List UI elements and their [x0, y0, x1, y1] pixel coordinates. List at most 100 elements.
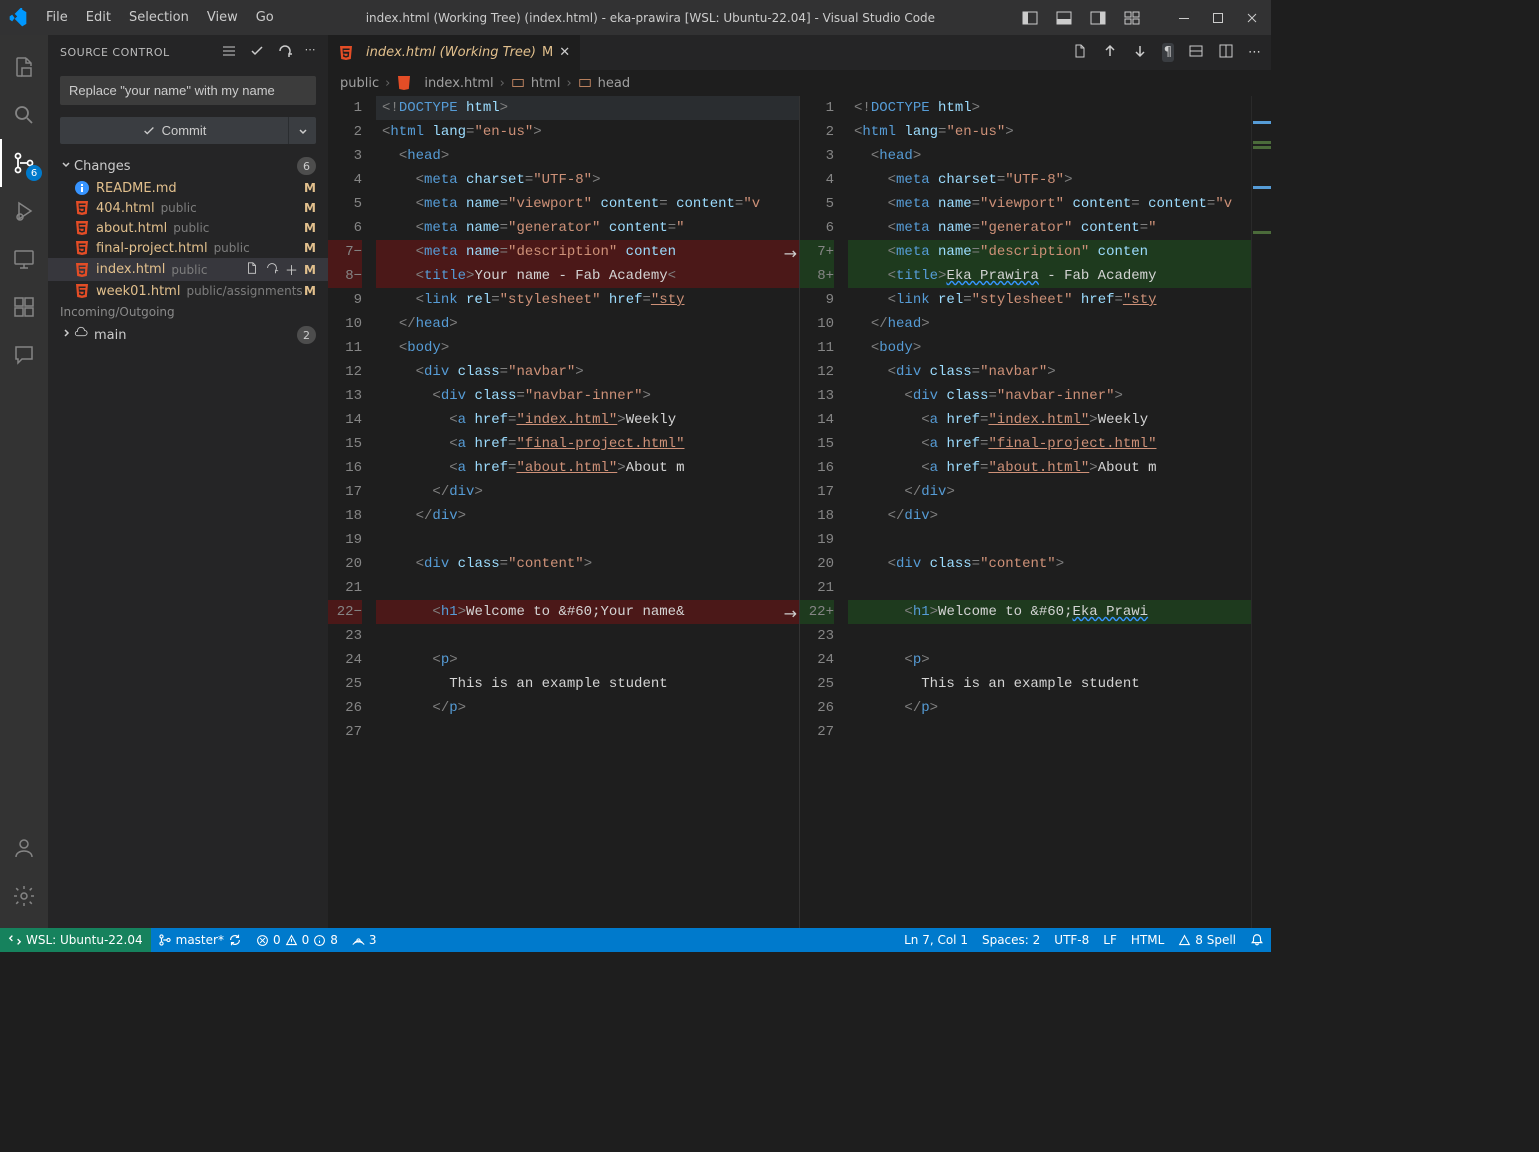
diff-modified[interactable]: 1234567+8+910111213141516171819202122+23…: [800, 96, 1271, 928]
file-status: M: [304, 263, 316, 277]
ports-count: 3: [369, 933, 377, 947]
commit-button[interactable]: Commit: [60, 117, 288, 144]
maximize-icon[interactable]: [1207, 7, 1229, 29]
file-item[interactable]: week01.htmlpublic/assignmentsM: [48, 281, 328, 301]
close-window-icon[interactable]: [1241, 7, 1263, 29]
file-path: public: [171, 263, 207, 277]
next-change-icon[interactable]: [1132, 43, 1148, 63]
ports-indicator[interactable]: 3: [345, 928, 384, 952]
breadcrumb-item[interactable]: index.html: [424, 76, 493, 91]
sync-icon[interactable]: [228, 933, 242, 947]
discard-changes-icon[interactable]: [265, 261, 279, 279]
branch-indicator[interactable]: master*: [151, 928, 249, 952]
more-actions-icon[interactable]: ⋯: [305, 43, 317, 62]
file-name: index.html: [96, 262, 165, 277]
language-mode[interactable]: HTML: [1124, 928, 1171, 952]
toggle-bottom-icon[interactable]: [1053, 7, 1075, 29]
changes-label: Changes: [74, 159, 297, 174]
notifications-icon[interactable]: [1243, 928, 1271, 952]
comments-icon[interactable]: [0, 331, 48, 379]
breadcrumb[interactable]: public › index.html › html › head: [328, 70, 1271, 96]
tab-index-html[interactable]: index.html (Working Tree) M ✕: [328, 35, 581, 70]
file-item[interactable]: final-project.html public M: [48, 238, 328, 258]
title-bar: File Edit Selection View Go index.html (…: [0, 0, 1271, 35]
file-item[interactable]: 404.htmlpublicM: [48, 198, 328, 218]
file-item[interactable]: README.mdM: [48, 178, 328, 198]
source-control-sidebar: SOURCE CONTROL ⋯ Commit Changes 6 README…: [48, 35, 328, 928]
menu-file[interactable]: File: [38, 6, 76, 29]
refresh-icon[interactable]: [277, 43, 293, 62]
file-status: M: [304, 241, 316, 255]
extensions-icon[interactable]: [0, 283, 48, 331]
chevron-right-icon: [60, 327, 74, 343]
tab-close-icon[interactable]: ✕: [559, 45, 570, 60]
file-status: M: [304, 181, 316, 195]
spell-check[interactable]: 8 Spell: [1171, 928, 1243, 952]
infos-count: 8: [330, 933, 338, 947]
revert-change-icon[interactable]: →: [784, 604, 797, 623]
source-control-icon[interactable]: 6: [0, 139, 48, 187]
breadcrumb-item[interactable]: public: [340, 76, 379, 91]
layout-controls: [1019, 7, 1263, 29]
explorer-icon[interactable]: [0, 43, 48, 91]
encoding[interactable]: UTF-8: [1047, 928, 1096, 952]
tab-label: index.html (Working Tree): [366, 45, 536, 60]
stage-changes-icon[interactable]: ＋: [285, 260, 298, 279]
file-item[interactable]: index.html public ＋ M: [48, 258, 328, 281]
go-to-file-icon[interactable]: [1072, 43, 1088, 63]
more-tab-actions-icon[interactable]: ⋯: [1248, 45, 1261, 60]
breadcrumb-item[interactable]: html: [531, 76, 561, 91]
menu-selection[interactable]: Selection: [121, 6, 197, 29]
changes-section[interactable]: Changes 6: [48, 154, 328, 178]
file-path: public: [214, 241, 250, 255]
minimize-icon[interactable]: [1173, 7, 1195, 29]
breadcrumb-item[interactable]: head: [598, 76, 630, 91]
eol[interactable]: LF: [1096, 928, 1124, 952]
breadcrumb-sep-icon: ›: [566, 76, 571, 91]
toggle-side-icon[interactable]: [1087, 7, 1109, 29]
menu-edit[interactable]: Edit: [78, 6, 119, 29]
revert-change-icon[interactable]: →: [784, 244, 797, 263]
problems-indicator[interactable]: 0 0 8: [249, 928, 345, 952]
commit-message-input[interactable]: [60, 76, 316, 105]
minimap[interactable]: [1251, 96, 1271, 928]
debug-icon[interactable]: [0, 187, 48, 235]
warnings-count: 0: [302, 933, 310, 947]
accounts-icon[interactable]: [0, 824, 48, 872]
file-name: 404.html: [96, 201, 155, 216]
open-file-icon[interactable]: [245, 261, 259, 279]
remote-indicator[interactable]: WSL: Ubuntu-22.04: [0, 928, 151, 952]
search-icon[interactable]: [0, 91, 48, 139]
commit-check-icon[interactable]: [249, 43, 265, 62]
file-status: M: [304, 201, 316, 215]
file-name: final-project.html: [96, 241, 208, 256]
menu-view[interactable]: View: [199, 6, 246, 29]
commit-message-field[interactable]: [60, 76, 316, 105]
open-changes-icon[interactable]: [1188, 43, 1204, 63]
scm-badge: 6: [26, 165, 42, 181]
split-editor-icon[interactable]: [1218, 43, 1234, 63]
remote-explorer-icon[interactable]: [0, 235, 48, 283]
file-item[interactable]: about.htmlpublicM: [48, 218, 328, 238]
window-title: index.html (Working Tree) (index.html) -…: [282, 11, 1019, 25]
file-status: M: [304, 284, 316, 298]
cursor-position[interactable]: Ln 7, Col 1: [897, 928, 975, 952]
customize-layout-icon[interactable]: [1121, 7, 1143, 29]
element-icon: [578, 76, 592, 90]
file-name: about.html: [96, 221, 167, 236]
previous-change-icon[interactable]: [1102, 43, 1118, 63]
main-branch-row[interactable]: main 2: [48, 323, 328, 347]
vscode-logo-icon: [8, 8, 28, 28]
diff-original[interactable]: 1234567−8−910111213141516171819202122−23…: [328, 96, 800, 928]
file-path: public/assignments: [186, 284, 302, 298]
menu-go[interactable]: Go: [248, 6, 282, 29]
indentation[interactable]: Spaces: 2: [975, 928, 1047, 952]
diff-view: 1234567−8−910111213141516171819202122−23…: [328, 96, 1271, 928]
settings-gear-icon[interactable]: [0, 872, 48, 920]
whitespace-icon[interactable]: ¶: [1162, 43, 1174, 62]
toggle-panel-icon[interactable]: [1019, 7, 1041, 29]
commit-dropdown-button[interactable]: [288, 117, 316, 144]
remote-label: WSL: Ubuntu-22.04: [26, 933, 143, 947]
view-as-tree-icon[interactable]: [221, 43, 237, 62]
branch-main-label: main: [94, 328, 297, 343]
